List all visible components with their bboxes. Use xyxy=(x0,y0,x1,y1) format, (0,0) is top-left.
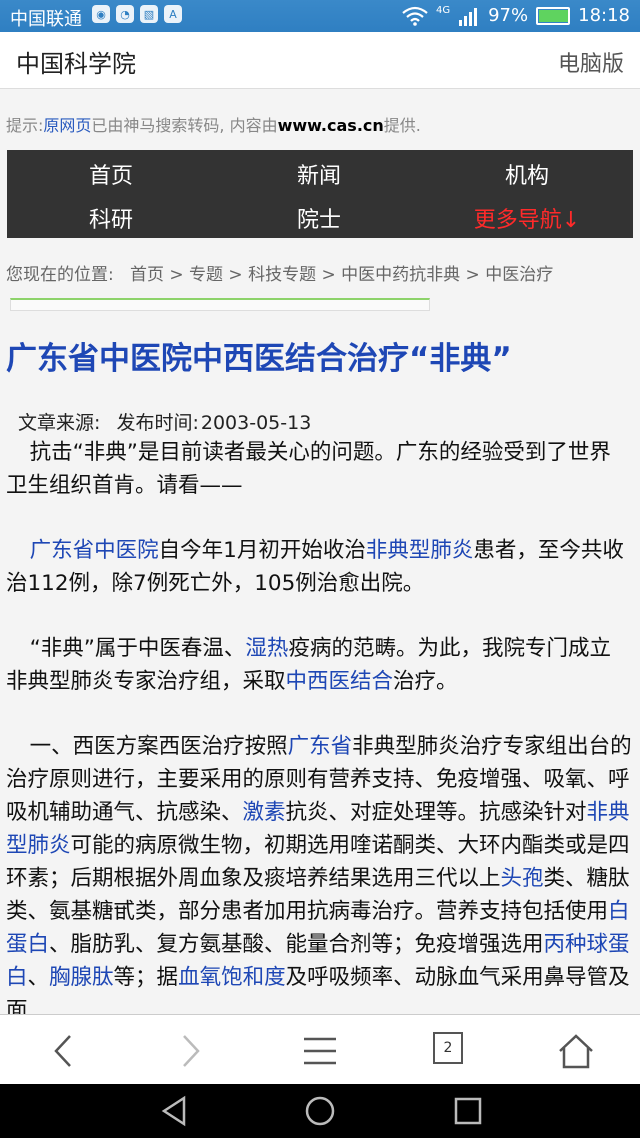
gallery-app-icon: ▧ xyxy=(140,5,158,23)
inline-link[interactable]: 非典型肺炎 xyxy=(366,538,474,563)
paragraph-4: 一、西医方案西医治疗按照广东省非典型肺炎治疗专家组出台的治疗原则进行，主要采用的… xyxy=(6,730,632,1014)
inline-link[interactable]: 湿热 xyxy=(245,636,288,661)
home-icon[interactable] xyxy=(556,1031,596,1071)
network-type: 4G xyxy=(435,5,451,16)
paragraph-1: 抗击“非典”是目前读者最关心的问题。广东的经验受到了世界卫生组织首肯。请看—— xyxy=(6,440,611,498)
nav-item-home[interactable]: 首页 xyxy=(7,158,215,190)
paragraph-text: 、脂肪乳、复方氨基酸、能量合剂等；免疫增强选用 xyxy=(49,932,544,957)
inline-link[interactable]: 广东省 xyxy=(288,734,353,759)
breadcrumb-sep: > xyxy=(321,265,336,285)
site-title[interactable]: 中国科学院 xyxy=(16,44,136,79)
system-back-icon[interactable] xyxy=(158,1094,190,1128)
paragraph-text: 、 xyxy=(27,965,50,990)
browser-toolbar: 2 xyxy=(0,1014,640,1085)
battery-icon xyxy=(536,6,571,25)
article-meta: 文章来源: 发布时间: 2003-05-13 xyxy=(18,408,321,435)
system-home-icon[interactable] xyxy=(304,1094,336,1128)
battery-percent: 97% xyxy=(488,5,529,26)
nav-item-more[interactable]: 更多导航↓ xyxy=(423,202,631,234)
menu-icon[interactable] xyxy=(300,1031,340,1071)
article-body: 抗击“非典”是目前读者最关心的问题。广东的经验受到了世界卫生组织首肯。请看—— … xyxy=(6,436,632,1014)
wifi-icon xyxy=(402,6,428,26)
carrier-name: 中国联通 xyxy=(10,9,82,30)
notification-icons: ◉ ◔ ▧ A xyxy=(92,5,182,23)
divider-box xyxy=(10,298,430,311)
paragraph-text: 等；据 xyxy=(113,965,179,990)
breadcrumb-label: 您现在的位置: xyxy=(6,265,114,285)
notice-prefix: 提示: xyxy=(6,116,44,135)
tabs-button[interactable]: 2 xyxy=(433,1032,463,1064)
inline-link[interactable]: 血氧饱和度 xyxy=(178,965,286,990)
paragraph-3: “非典”属于中医春温、湿热疫病的范畴。为此，我院专门成立非典型肺炎专家治疗组，采… xyxy=(6,632,632,698)
breadcrumb-topics[interactable]: 专题 xyxy=(189,265,223,285)
original-page-link[interactable]: 原网页 xyxy=(43,116,91,135)
forward-icon[interactable] xyxy=(170,1031,210,1071)
main-navigation: 首页 新闻 机构 科研 院士 更多导航↓ xyxy=(7,150,633,238)
inline-link[interactable]: 中西医结合 xyxy=(286,669,394,694)
system-recents-icon[interactable] xyxy=(452,1094,484,1128)
breadcrumb-tcm-treatment[interactable]: 中医治疗 xyxy=(485,265,553,285)
nav-item-academicians[interactable]: 院士 xyxy=(215,202,423,234)
notice-domain: www.cas.cn xyxy=(277,116,384,135)
nav-item-institutions[interactable]: 机构 xyxy=(423,158,631,190)
breadcrumb-sep: > xyxy=(465,265,480,285)
inline-link[interactable]: 头孢 xyxy=(501,866,544,891)
inline-link[interactable]: 胸腺肽 xyxy=(49,965,114,990)
breadcrumb-sep: > xyxy=(169,265,184,285)
breadcrumb-home[interactable]: 首页 xyxy=(130,265,164,285)
paragraph-text: 自今年1月初开始收治 xyxy=(158,538,366,563)
nav-item-news[interactable]: 新闻 xyxy=(215,158,423,190)
desktop-version-link[interactable]: 电脑版 xyxy=(558,46,624,78)
notice-middle: 已由神马搜索转码, 内容由 xyxy=(91,116,278,135)
notice-suffix: 提供. xyxy=(383,116,421,135)
date-label: 发布时间: xyxy=(116,412,199,434)
system-navigation-bar xyxy=(0,1084,640,1138)
clock: 18:18 xyxy=(578,5,630,26)
signal-icon xyxy=(459,7,478,26)
paragraph-text: 治疗。 xyxy=(393,669,458,694)
paragraph-text: 一、西医方案西医治疗按照 xyxy=(29,734,288,759)
source-label: 文章来源: xyxy=(18,412,101,434)
browser-app-icon: ◉ xyxy=(92,5,110,23)
chat-app-icon: ◔ xyxy=(116,5,134,23)
article-title: 广东省中医院中西医结合治疗“非典” xyxy=(6,341,512,377)
transcode-notice: 提示:原网页已由神马搜索转码, 内容由www.cas.cn提供. xyxy=(6,112,421,136)
font-app-icon: A xyxy=(164,5,182,23)
site-header: 中国科学院 电脑版 xyxy=(0,32,640,89)
back-icon[interactable] xyxy=(44,1031,84,1071)
breadcrumb-sep: > xyxy=(228,265,243,285)
breadcrumb-tcm-sars[interactable]: 中医中药抗非典 xyxy=(341,265,460,285)
publish-date: 2003-05-13 xyxy=(200,412,312,434)
inline-link[interactable]: 激素 xyxy=(243,800,286,825)
paragraph-2: 广东省中医院自今年1月初开始收治非典型肺炎患者，至今共收治112例，除7例死亡外… xyxy=(6,534,632,600)
paragraph-text: 抗炎、对症处理等。抗感染针对 xyxy=(285,800,587,825)
paragraph-text: “非典”属于中医春温、 xyxy=(29,636,246,661)
breadcrumb: 您现在的位置: 首页 > 专题 > 科技专题 > 中医中药抗非典 > 中医治疗 xyxy=(6,260,553,285)
status-bar: 中国联通 ◉ ◔ ▧ A 4G 97% 18:18 xyxy=(0,0,640,32)
nav-item-research[interactable]: 科研 xyxy=(7,202,215,234)
breadcrumb-tech-topics[interactable]: 科技专题 xyxy=(248,265,316,285)
inline-link[interactable]: 广东省中医院 xyxy=(30,538,159,563)
